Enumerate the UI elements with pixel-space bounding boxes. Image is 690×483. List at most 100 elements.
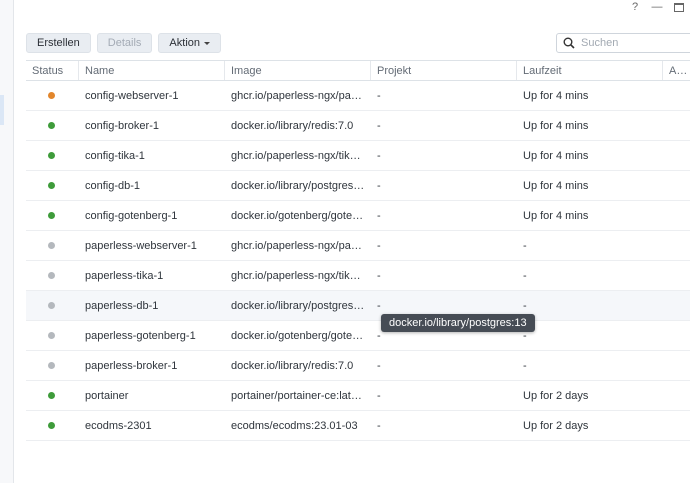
toolbar: Erstellen Details Aktion xyxy=(26,33,221,53)
extra-cell xyxy=(663,291,690,320)
extra-cell xyxy=(663,231,690,260)
status-dot-icon xyxy=(48,242,55,249)
image-tooltip: docker.io/library/postgres:13 xyxy=(381,314,535,332)
column-header-truncated[interactable]: A… xyxy=(663,61,690,80)
table-row[interactable]: paperless-broker-1 docker.io/library/redi… xyxy=(26,351,690,381)
project-cell: - xyxy=(377,269,381,282)
name-cell: paperless-tika-1 xyxy=(85,269,164,282)
left-sidebar-strip xyxy=(0,0,14,483)
image-text: ghcr.io/paperless-ngx/tika:latest xyxy=(231,149,365,162)
image-text: ghcr.io/paperless-ngx/tika:latest xyxy=(231,269,365,282)
uptime-cell: - xyxy=(523,239,527,252)
uptime-cell: Up for 4 mins xyxy=(523,209,589,222)
status-cell xyxy=(26,351,79,380)
status-cell xyxy=(26,231,79,260)
column-header-project[interactable]: Projekt xyxy=(371,61,517,80)
table-row[interactable]: config-webserver-1 ghcr.io/paperless-ngx/… xyxy=(26,81,690,111)
status-dot-icon xyxy=(48,122,55,129)
minimize-button[interactable]: — xyxy=(646,1,668,13)
help-button[interactable]: ? xyxy=(624,1,646,13)
name-cell: config-db-1 xyxy=(85,179,141,192)
status-cell xyxy=(26,81,79,110)
name-cell: config-gotenberg-1 xyxy=(85,209,178,222)
status-cell xyxy=(26,261,79,290)
status-cell xyxy=(26,321,79,350)
table-row[interactable]: paperless-tika-1 ghcr.io/paperless-ngx/ti… xyxy=(26,261,690,291)
image-cell: docker.io/gotenberg/gotenberg:7.6 xyxy=(225,201,371,230)
table-row[interactable]: paperless-gotenberg-1 docker.io/gotenberg… xyxy=(26,321,690,351)
project-cell: - xyxy=(377,179,381,192)
table-row[interactable]: ecodms-2301 ecodms/ecodms:23.01-03 - Up for… xyxy=(26,411,690,441)
image-cell: ecodms/ecodms:23.01-03 xyxy=(225,411,371,440)
chevron-down-icon xyxy=(204,41,210,45)
image-text: docker.io/gotenberg/gotenberg:7.6 xyxy=(231,209,365,222)
uptime-cell: Up for 2 days xyxy=(523,419,589,432)
uptime-cell: Up for 4 mins xyxy=(523,149,589,162)
image-cell: docker.io/library/redis:7.0 xyxy=(225,351,371,380)
table-row[interactable]: config-db-1 docker.io/library/postgres:13… xyxy=(26,171,690,201)
status-dot-icon xyxy=(48,392,55,399)
status-cell xyxy=(26,111,79,140)
uptime-cell: - xyxy=(523,269,527,282)
uptime-cell: - xyxy=(523,299,527,312)
create-button[interactable]: Erstellen xyxy=(26,33,91,53)
image-cell: portainer/portainer-ce:latest xyxy=(225,381,371,410)
image-cell: ghcr.io/paperless-ngx/paperless-ngx:late… xyxy=(225,81,371,110)
status-dot-icon xyxy=(48,182,55,189)
extra-cell xyxy=(663,141,690,170)
image-cell: ghcr.io/paperless-ngx/tika:latest xyxy=(225,141,371,170)
extra-cell xyxy=(663,351,690,380)
project-cell: - xyxy=(377,389,381,402)
table-body: config-webserver-1 ghcr.io/paperless-ngx/… xyxy=(26,81,690,441)
table-row[interactable]: config-tika-1 ghcr.io/paperless-ngx/tika:… xyxy=(26,141,690,171)
extra-cell xyxy=(663,201,690,230)
name-cell: ecodms-2301 xyxy=(85,419,152,432)
details-button[interactable]: Details xyxy=(96,33,153,53)
project-cell: - xyxy=(377,419,381,432)
name-cell: paperless-webserver-1 xyxy=(85,239,197,252)
action-label: Aktion xyxy=(169,37,200,49)
status-cell xyxy=(26,141,79,170)
status-dot-icon xyxy=(48,422,55,429)
action-dropdown-button[interactable]: Aktion xyxy=(158,33,221,53)
project-cell: - xyxy=(377,89,381,102)
project-cell: - xyxy=(377,239,381,252)
name-cell: config-tika-1 xyxy=(85,149,145,162)
status-cell xyxy=(26,411,79,440)
image-text: ghcr.io/paperless-ngx/paperless-ngx:late… xyxy=(231,89,365,102)
image-cell: ghcr.io/paperless-ngx/tika:latest xyxy=(225,261,371,290)
extra-cell xyxy=(663,81,690,110)
name-cell: portainer xyxy=(85,389,129,402)
uptime-cell: - xyxy=(523,329,527,342)
status-dot-icon xyxy=(48,272,55,279)
table-row[interactable]: config-gotenberg-1 docker.io/gotenberg/go… xyxy=(26,201,690,231)
table-row[interactable]: portainer portainer/portainer-ce:latest - U… xyxy=(26,381,690,411)
maximize-icon[interactable] xyxy=(674,2,684,12)
status-dot-icon xyxy=(48,212,55,219)
name-cell: paperless-db-1 xyxy=(85,299,159,312)
extra-cell xyxy=(663,261,690,290)
column-header-image[interactable]: Image xyxy=(225,61,371,80)
column-header-uptime[interactable]: Laufzeit xyxy=(517,61,663,80)
table-row[interactable]: paperless-webserver-1 ghcr.io/paperless-n… xyxy=(26,231,690,261)
image-cell: docker.io/library/redis:7.0 xyxy=(225,111,371,140)
uptime-cell: Up for 4 mins xyxy=(523,179,589,192)
search-input[interactable] xyxy=(581,37,681,49)
image-text: ghcr.io/paperless-ngx/paperless-ngx:late… xyxy=(231,239,365,252)
table-row[interactable]: paperless-db-1 docker.io/library/postgres… xyxy=(26,291,690,321)
name-cell: config-webserver-1 xyxy=(85,89,179,102)
image-cell: ghcr.io/paperless-ngx/paperless-ngx:late… xyxy=(225,231,371,260)
status-cell xyxy=(26,201,79,230)
container-table: Status Name Image Projekt Laufzeit A… co… xyxy=(26,60,690,441)
project-cell: - xyxy=(377,119,381,132)
search-box[interactable] xyxy=(556,33,690,53)
image-text: docker.io/library/postgres:13 xyxy=(231,179,365,192)
table-row[interactable]: config-broker-1 docker.io/library/redis:7… xyxy=(26,111,690,141)
image-cell: docker.io/gotenberg/gotenberg:7.6 xyxy=(225,321,371,350)
status-cell xyxy=(26,381,79,410)
status-dot-icon xyxy=(48,92,55,99)
column-header-name[interactable]: Name xyxy=(79,61,225,80)
column-header-status[interactable]: Status xyxy=(26,61,79,80)
status-cell xyxy=(26,291,79,320)
extra-cell xyxy=(663,111,690,140)
